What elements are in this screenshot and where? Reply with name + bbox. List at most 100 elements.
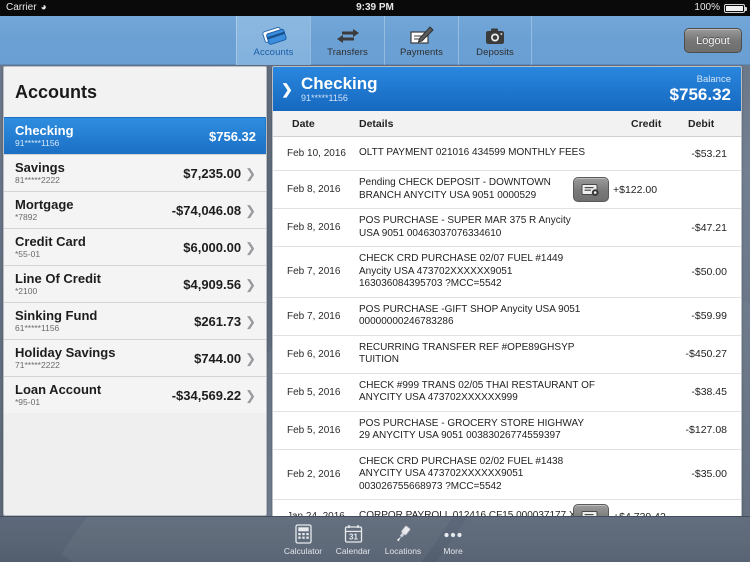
transactions-account-info: Checking 91*****1156 — [301, 74, 378, 104]
battery-full-icon — [724, 3, 747, 13]
column-header-debit: Debit — [688, 118, 715, 130]
transaction-row[interactable]: Feb 7, 2016 POS PURCHASE -GIFT SHOP Anyci… — [273, 298, 741, 336]
account-balance: $756.32 — [209, 128, 256, 144]
ellipsis-icon — [441, 524, 465, 544]
calendar-icon: 31 — [341, 524, 365, 544]
toolbar-item-calculator[interactable]: Calculator — [278, 517, 328, 562]
transaction-debit: -$127.08 — [685, 424, 727, 436]
pin-icon — [391, 524, 415, 544]
toolbar-item-calendar-label: Calendar — [335, 546, 371, 556]
transaction-details: CHECK #999 TRANS 02/05 THAI RESTAURANT O… — [359, 379, 596, 404]
account-row[interactable]: Holiday Savings 71*****2222 $744.00 ❯ — [4, 339, 266, 376]
transaction-debit: -$38.45 — [691, 386, 727, 398]
transfer-arrows-icon — [334, 24, 362, 46]
account-balance: -$34,569.22 — [171, 387, 242, 403]
toolbar-item-more[interactable]: More — [428, 517, 478, 562]
page-title: Accounts — [4, 67, 266, 117]
transaction-row[interactable]: Feb 8, 2016 Pending CHECK DEPOSIT - DOWNT… — [273, 171, 741, 209]
toolbar-item-calculator-label: Calculator — [283, 546, 323, 556]
account-number: 91*****1156 — [15, 137, 60, 148]
account-name: Mortgage — [15, 196, 74, 212]
account-balance: $261.73 — [194, 313, 242, 329]
transaction-details: OLTT PAYMENT 021016 434599 MONTHLY FEES — [359, 147, 586, 159]
transaction-date: Feb 6, 2016 — [287, 348, 341, 360]
column-header-credit: Credit — [631, 118, 662, 130]
transaction-row[interactable]: Feb 5, 2016 POS PURCHASE - GROCERY STORE … — [273, 412, 741, 450]
transaction-row[interactable]: Feb 5, 2016 CHECK #999 TRANS 02/05 THAI R… — [273, 374, 741, 412]
check-image-icon — [581, 183, 599, 196]
chevron-right-icon: ❯ — [245, 350, 256, 366]
account-name: Savings — [15, 159, 65, 175]
account-number: *95-01 — [15, 396, 41, 407]
account-row[interactable]: Sinking Fund 61*****1156 $261.73 ❯ — [4, 302, 266, 339]
toolbar-item-locations[interactable]: Locations — [378, 517, 428, 562]
account-row[interactable]: Mortgage *7892 -$74,046.08 ❯ — [4, 191, 266, 228]
column-header-date: Date — [292, 118, 315, 130]
account-identity: Credit Card *55-01 — [15, 234, 86, 260]
transaction-debit: -$450.27 — [685, 348, 727, 360]
tab-transfers[interactable]: Transfers — [310, 16, 384, 65]
top-navigation-bar: Accounts Transfers Payments Deposits Log… — [0, 16, 750, 65]
toolbar-item-more-label: More — [443, 546, 463, 556]
transaction-debit: -$59.99 — [691, 310, 727, 322]
account-row[interactable]: Loan Account *95-01 -$34,569.22 ❯ — [4, 376, 266, 413]
transaction-row[interactable]: Feb 7, 2016 CHECK CRD PURCHASE 02/07 FUEL… — [273, 247, 741, 298]
chevron-right-icon: ❯ — [245, 387, 256, 403]
toolbar-item-calendar[interactable]: 31 Calendar — [328, 517, 378, 562]
transaction-details: Pending CHECK DEPOSIT - DOWNTOWN BRANCH … — [359, 177, 551, 201]
transaction-date: Feb 8, 2016 — [287, 184, 341, 195]
account-balance-group: $744.00 ❯ — [194, 351, 256, 366]
account-balance-group: $261.73 ❯ — [194, 314, 256, 329]
account-row[interactable]: Savings 81*****2222 $7,235.00 ❯ — [4, 154, 266, 191]
account-number: *7892 — [15, 211, 38, 222]
account-balance: -$74,046.08 — [171, 202, 242, 218]
transaction-details: RECURRING TRANSFER REF #OPE89GHSYP TUITI… — [359, 341, 575, 366]
app-root: Carrier ◕ 9:39 PM 100% Accounts Transfer… — [0, 0, 750, 562]
account-identity: Checking 91*****1156 — [15, 122, 74, 149]
account-balance: $744.00 — [194, 350, 242, 366]
accounts-panel: Accounts Checking 91*****1156 $756.32 Savin… — [3, 66, 267, 516]
transaction-date: Feb 7, 2016 — [287, 310, 341, 322]
account-name: Sinking Fund — [15, 307, 98, 323]
account-identity: Holiday Savings 71*****2222 — [15, 345, 115, 371]
tab-accounts[interactable]: Accounts — [236, 16, 310, 65]
nav-tabs: Accounts Transfers Payments Deposits — [236, 16, 532, 65]
transaction-debit: -$50.00 — [691, 265, 727, 278]
account-row[interactable]: Checking 91*****1156 $756.32 — [4, 117, 266, 154]
account-row[interactable]: Credit Card *55-01 $6,000.00 ❯ — [4, 228, 266, 265]
bottom-toolbar-items: Calculator 31 Calendar Locations More — [278, 517, 478, 562]
account-identity: Mortgage *7892 — [15, 196, 74, 223]
logout-button[interactable]: Logout — [684, 28, 742, 53]
transactions-panel: ❯ Checking 91*****1156 Balance $756.32 D… — [272, 66, 742, 518]
account-balance-group: $756.32 — [209, 129, 256, 144]
transaction-debit: -$35.00 — [691, 468, 727, 481]
battery-percent-label: 100% — [694, 2, 720, 13]
chevron-right-icon[interactable]: ❯ — [273, 81, 301, 98]
account-name: Loan Account — [15, 381, 102, 397]
calculator-icon — [291, 524, 315, 544]
bottom-toolbar: Calculator 31 Calendar Locations More — [0, 516, 750, 562]
transaction-row[interactable]: Feb 2, 2016 CHECK CRD PURCHASE 02/02 FUEL… — [273, 450, 741, 500]
transaction-debit: -$53.21 — [691, 147, 727, 160]
account-identity: Sinking Fund 61*****1156 — [15, 307, 98, 334]
transactions-list[interactable]: Feb 10, 2016 OLTT PAYMENT 021016 434599 M… — [273, 137, 741, 517]
transaction-row[interactable]: Feb 8, 2016 POS PURCHASE - SUPER MAR 375 … — [273, 209, 741, 247]
tab-payments-label: Payments — [399, 46, 444, 58]
balance-value: $756.32 — [669, 85, 731, 104]
account-name: Checking — [15, 122, 74, 138]
tab-deposits[interactable]: Deposits — [458, 16, 532, 65]
view-check-image-button[interactable] — [573, 177, 609, 202]
account-balance: $6,000.00 — [183, 239, 242, 255]
account-row[interactable]: Line Of Credit *2100 $4,909.56 ❯ — [4, 265, 266, 302]
transaction-details: CHECK CRD PURCHASE 02/07 FUEL #1449 Anyc… — [359, 253, 564, 289]
transaction-row[interactable]: Feb 6, 2016 RECURRING TRANSFER REF #OPE89… — [273, 336, 741, 374]
chevron-right-icon: ❯ — [245, 276, 256, 292]
camera-icon — [481, 24, 509, 46]
transaction-date: Feb 8, 2016 — [287, 222, 341, 233]
transactions-account-name: Checking — [301, 74, 378, 93]
check-pen-icon — [408, 24, 436, 46]
tab-payments[interactable]: Payments — [384, 16, 458, 65]
transaction-details: POS PURCHASE - GROCERY STORE HIGHWAY 29 … — [359, 417, 585, 442]
transaction-row[interactable]: Feb 10, 2016 OLTT PAYMENT 021016 434599 M… — [273, 137, 741, 171]
transaction-details: CHECK CRD PURCHASE 02/02 FUEL #1438 ANYC… — [359, 455, 564, 492]
